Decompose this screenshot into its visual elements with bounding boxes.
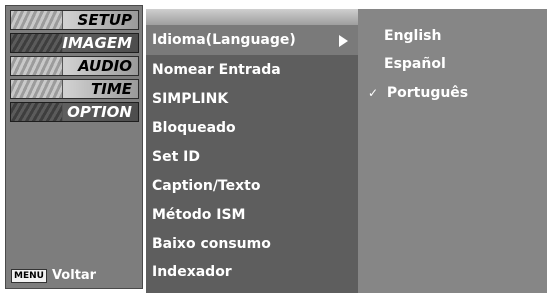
menu-item-simplink[interactable]: SIMPLINK xyxy=(146,84,358,114)
menu-item-bloqueado[interactable]: Bloqueado xyxy=(146,113,358,143)
menu-item-idioma[interactable]: Idioma(Language) xyxy=(146,25,358,55)
menu-item-metodo-ism[interactable]: Método ISM xyxy=(146,200,358,230)
option-label: Español xyxy=(384,56,446,72)
menu-item-baixo-consumo[interactable]: Baixo consumo xyxy=(146,229,358,259)
menu-item-label: Bloqueado xyxy=(152,120,236,136)
menu-item-indexador[interactable]: Indexador xyxy=(146,257,358,287)
category-nav: SETUP IMAGEM AUDIO TIME OPTION MENU Volt… xyxy=(5,5,143,289)
nav-item-time[interactable]: TIME xyxy=(10,79,139,99)
menu-item-nomear-entrada[interactable]: Nomear Entrada xyxy=(146,55,358,85)
nav-item-label: AUDIO xyxy=(78,57,132,75)
option-label: Português xyxy=(386,85,469,101)
menu-item-label: Método ISM xyxy=(152,207,246,223)
nav-item-imagem[interactable]: IMAGEM xyxy=(10,33,139,53)
time-thumbnail-icon xyxy=(11,80,63,98)
language-option-portugues[interactable]: ✓ Português xyxy=(368,81,468,105)
checkmark-icon: ✓ xyxy=(368,86,379,100)
nav-item-label: IMAGEM xyxy=(62,34,132,52)
menu-item-label: Idioma(Language) xyxy=(152,32,296,48)
nav-item-setup[interactable]: SETUP xyxy=(10,10,139,30)
setup-thumbnail-icon xyxy=(11,11,63,29)
menu-item-label: Baixo consumo xyxy=(152,236,271,252)
submenu-arrow-icon xyxy=(339,35,348,47)
menu-item-caption-texto[interactable]: Caption/Texto xyxy=(146,171,358,201)
menu-item-label: Caption/Texto xyxy=(152,178,261,194)
menu-item-set-id[interactable]: Set ID xyxy=(146,142,358,172)
option-label: English xyxy=(384,28,442,44)
menu-item-label: Nomear Entrada xyxy=(152,62,281,78)
option-menu-header-bar xyxy=(146,9,358,25)
language-option-english[interactable]: English xyxy=(384,24,441,48)
back-label: Voltar xyxy=(51,268,97,283)
back-hint[interactable]: MENU Voltar xyxy=(11,268,96,283)
nav-item-option[interactable]: OPTION xyxy=(10,102,139,122)
menu-item-label: Set ID xyxy=(152,149,200,165)
audio-thumbnail-icon xyxy=(11,57,63,75)
nav-item-label: TIME xyxy=(91,80,132,98)
option-thumbnail-icon xyxy=(11,103,63,121)
imagem-thumbnail-icon xyxy=(11,34,63,52)
menu-item-label: Indexador xyxy=(152,264,232,280)
language-option-espanol[interactable]: Español xyxy=(384,52,446,76)
menu-key-icon: MENU xyxy=(11,268,47,283)
nav-item-label: SETUP xyxy=(77,11,132,29)
nav-item-label: OPTION xyxy=(67,103,132,121)
menu-item-label: SIMPLINK xyxy=(152,91,229,107)
nav-item-audio[interactable]: AUDIO xyxy=(10,56,139,76)
